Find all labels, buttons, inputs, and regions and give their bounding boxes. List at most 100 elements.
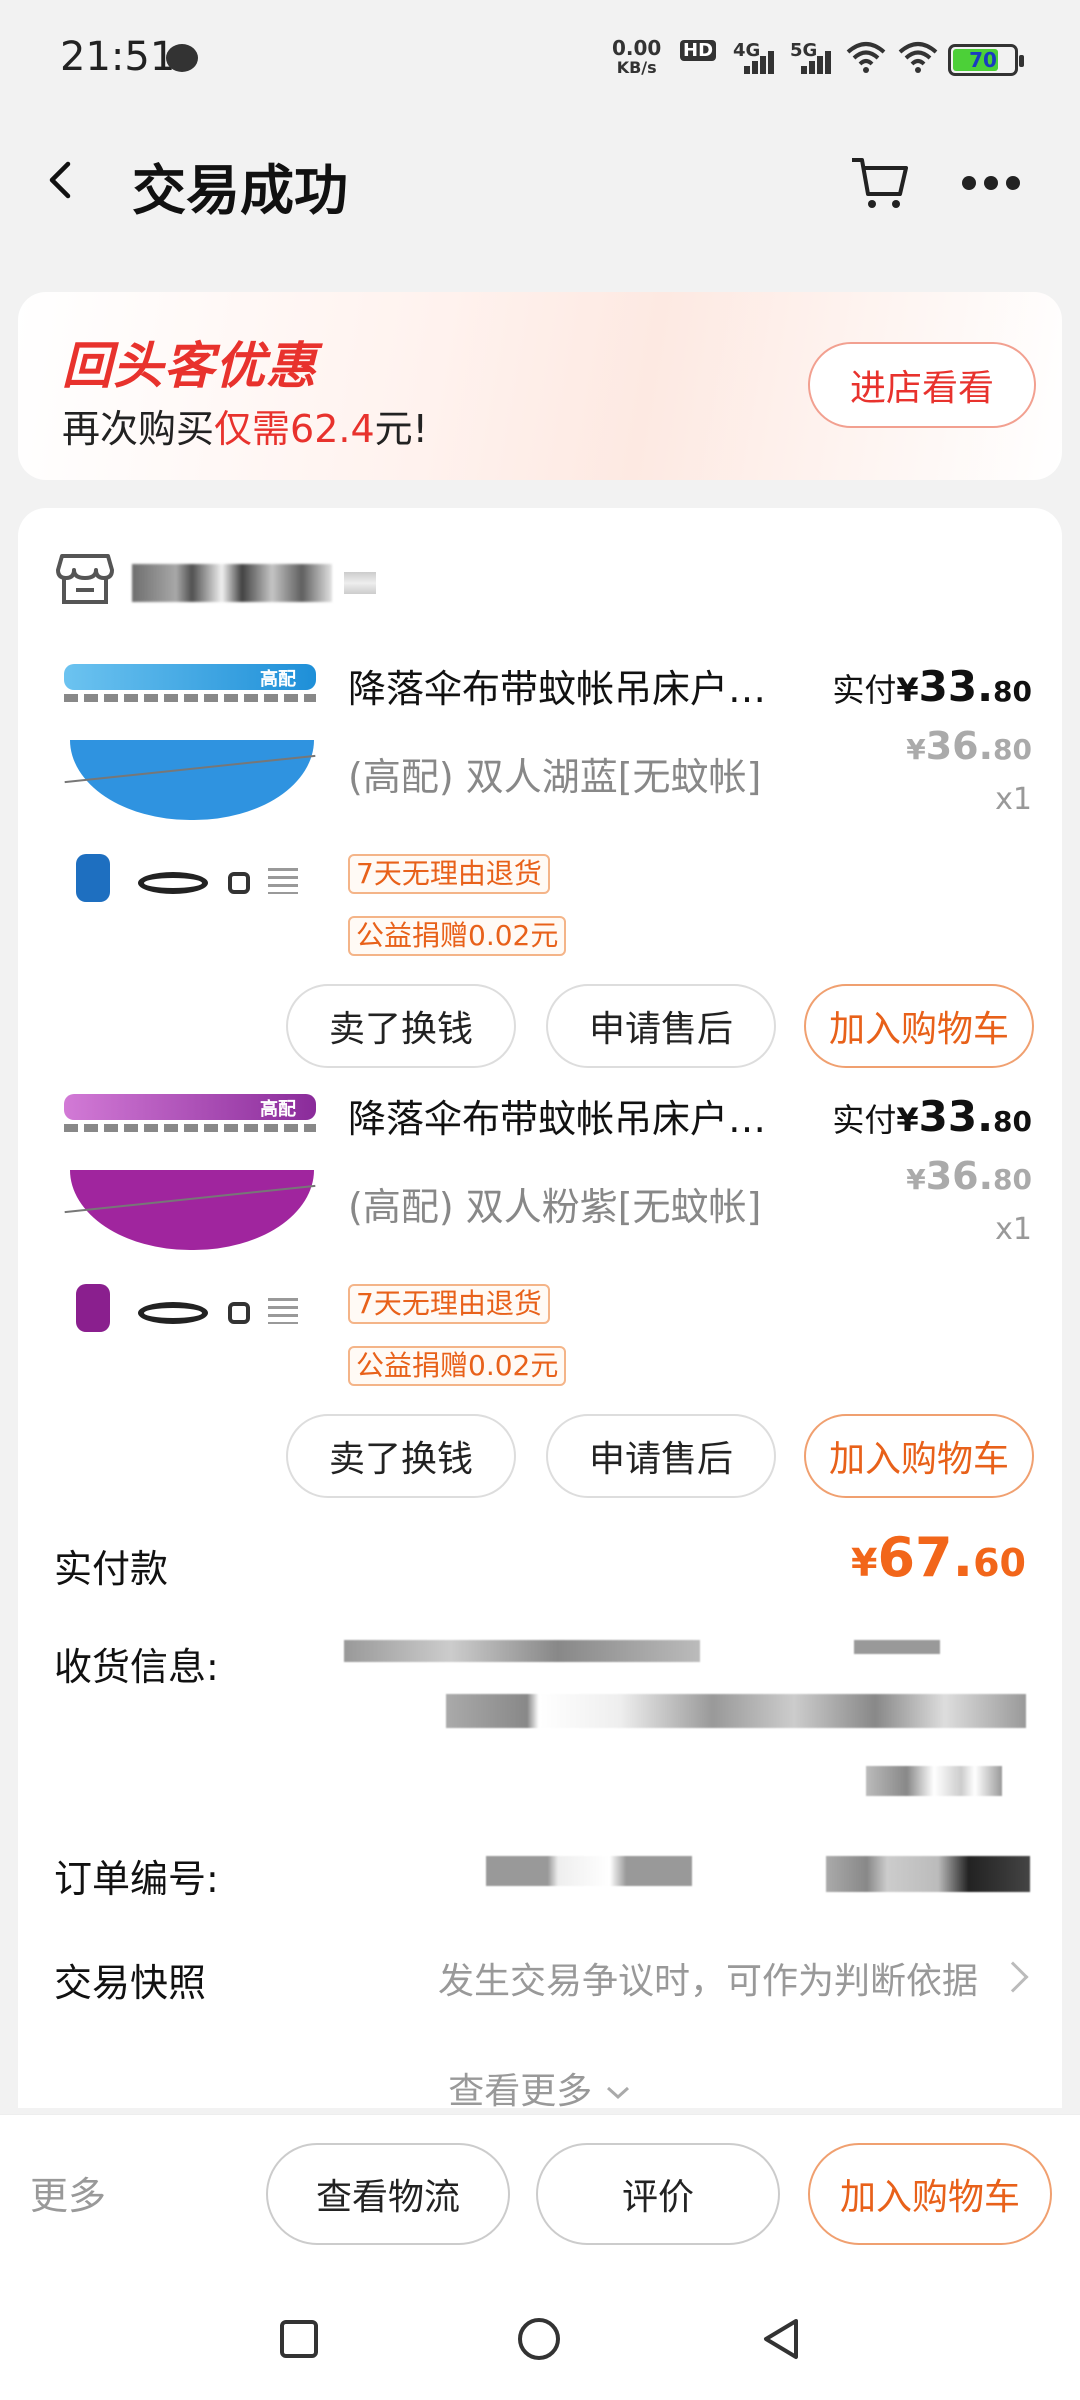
original-price: ¥36.80 bbox=[906, 724, 1032, 768]
orig-dec: 80 bbox=[993, 733, 1032, 766]
hammock-image bbox=[70, 1170, 314, 1250]
add-to-cart-button[interactable]: 加入购物车 bbox=[804, 984, 1034, 1068]
carabiner-image bbox=[228, 1302, 250, 1324]
product-thumbnail[interactable]: 高配 bbox=[56, 658, 324, 926]
promo-text: 再次购买仅需62.4元! bbox=[62, 398, 428, 453]
storage-bag-image bbox=[76, 1284, 110, 1332]
return-policy-tag: 7天无理由退货 bbox=[348, 854, 550, 894]
paid-int: 33. bbox=[918, 1092, 994, 1141]
original-price: ¥36.80 bbox=[906, 1154, 1032, 1198]
signal-5g-icon bbox=[795, 44, 833, 74]
storage-bag-image bbox=[76, 854, 110, 902]
carabiner-image bbox=[228, 872, 250, 894]
thumbnail-caption bbox=[268, 1298, 298, 1324]
paid-label: 实付 bbox=[832, 1101, 897, 1139]
home-icon[interactable] bbox=[516, 2316, 562, 2362]
see-more-label: 查看更多 bbox=[448, 2071, 593, 2112]
product-title[interactable]: 降落伞布带蚊帐吊床户… bbox=[348, 1088, 818, 1140]
more-actions-link[interactable]: 更多 bbox=[30, 2165, 106, 2220]
cart-icon[interactable] bbox=[848, 150, 912, 214]
total-dec: 60 bbox=[973, 1541, 1026, 1585]
thumbnail-caption bbox=[268, 868, 298, 894]
thumbnail-spec bbox=[64, 694, 316, 702]
view-logistics-button[interactable]: 查看物流 bbox=[266, 2143, 510, 2245]
promo-logo: 回头客优惠 bbox=[62, 337, 317, 395]
add-to-cart-bottom-button[interactable]: 加入购物车 bbox=[808, 2143, 1052, 2245]
shipping-name-redacted bbox=[344, 1640, 700, 1662]
promo-price: 仅需62.4 bbox=[214, 407, 375, 451]
back-triangle-icon[interactable] bbox=[758, 2316, 804, 2362]
wifi-icon-2 bbox=[898, 42, 938, 73]
status-bar: 21:51 0.00 KB/s HD 4G 5G 70 bbox=[0, 0, 1080, 120]
orig-dec: 80 bbox=[993, 1163, 1032, 1196]
thumbnail-spec bbox=[64, 1124, 316, 1132]
signal-4g-icon bbox=[738, 44, 776, 74]
snapshot-label[interactable]: 交易快照 bbox=[54, 1952, 206, 2007]
review-button[interactable]: 评价 bbox=[536, 2143, 780, 2245]
shipping-extra-redacted bbox=[866, 1766, 1002, 1796]
paid-dec: 80 bbox=[993, 675, 1032, 708]
back-arrow-icon[interactable] bbox=[40, 160, 80, 200]
total-paid-label: 实付款 bbox=[54, 1547, 169, 1591]
total-currency: ¥ bbox=[850, 1541, 878, 1585]
network-speed-value: 0.00 bbox=[612, 36, 662, 60]
more-options-icon[interactable] bbox=[958, 172, 1024, 192]
strap-image bbox=[138, 1302, 208, 1324]
resell-button[interactable]: 卖了换钱 bbox=[286, 1414, 516, 1498]
after-sales-button[interactable]: 申请售后 bbox=[546, 1414, 776, 1498]
total-paid-value: ¥67.60 bbox=[851, 1526, 1026, 1589]
network-speed: 0.00 KB/s bbox=[612, 38, 661, 78]
snapshot-hint[interactable]: 发生交易争议时，可作为判断依据 bbox=[438, 1952, 978, 2004]
product-sku: (高配) 双人粉紫[无蚊帐] bbox=[348, 1185, 762, 1229]
return-policy-tag: 7天无理由退货 bbox=[348, 1284, 550, 1324]
promo-text-prefix: 再次购买 bbox=[62, 407, 215, 451]
thumbnail-badge: 高配 bbox=[260, 1099, 296, 1120]
recent-apps-icon[interactable] bbox=[278, 2318, 320, 2360]
orig-int: 36. bbox=[925, 1154, 994, 1198]
see-more-link[interactable]: 查看更多 bbox=[18, 2062, 1062, 2114]
shop-name-redacted[interactable] bbox=[132, 564, 332, 602]
visit-store-button[interactable]: 进店看看 bbox=[808, 342, 1036, 428]
thumbnail-banner: 高配 bbox=[64, 1094, 316, 1120]
order-item[interactable]: 高配 降落伞布带蚊帐吊床户… (高配) 双人粉紫[无蚊帐] 7天无理由退货 公益… bbox=[18, 1088, 1062, 1518]
total-int: 67. bbox=[877, 1526, 974, 1589]
paid-label: 实付 bbox=[832, 671, 897, 709]
wifi-icon bbox=[846, 42, 886, 73]
chevron-down-icon bbox=[606, 2086, 629, 2100]
add-to-cart-button[interactable]: 加入购物车 bbox=[804, 1414, 1034, 1498]
battery-icon: 70 bbox=[948, 44, 1024, 76]
shop-icon bbox=[56, 554, 114, 604]
battery-level: 70 bbox=[969, 48, 997, 72]
charity-tag: 公益捐赠0.02元 bbox=[348, 916, 567, 956]
chat-notification-icon bbox=[166, 44, 198, 72]
chevron-right-icon[interactable] bbox=[997, 1961, 1029, 1993]
status-time: 21:51 bbox=[60, 34, 176, 80]
product-sku: (高配) 双人湖蓝[无蚊帐] bbox=[348, 755, 762, 799]
quantity: x1 bbox=[995, 1212, 1032, 1247]
paid-currency: ¥ bbox=[896, 1101, 919, 1139]
strap-image bbox=[138, 872, 208, 894]
product-thumbnail[interactable]: 高配 bbox=[56, 1088, 324, 1356]
network-speed-unit: KB/s bbox=[616, 58, 657, 77]
paid-price: 实付¥33.80 bbox=[832, 662, 1032, 711]
after-sales-button[interactable]: 申请售后 bbox=[546, 984, 776, 1068]
order-item[interactable]: 高配 降落伞布带蚊帐吊床户… (高配) 双人湖蓝[无蚊帐] 7天无理由退货 公益… bbox=[18, 658, 1062, 1088]
orig-currency: ¥ bbox=[906, 1163, 926, 1196]
thumbnail-badge: 高配 bbox=[260, 669, 296, 690]
quantity: x1 bbox=[995, 782, 1032, 817]
orig-int: 36. bbox=[925, 724, 994, 768]
order-number-redacted-1 bbox=[486, 1856, 692, 1886]
bottom-action-bar: 更多 查看物流 评价 加入购物车 bbox=[0, 2114, 1080, 2274]
system-navigation-bar bbox=[0, 2274, 1080, 2400]
shop-arrow-redacted bbox=[344, 572, 376, 594]
hammock-image bbox=[70, 740, 314, 820]
order-number-redacted-2 bbox=[826, 1856, 1030, 1892]
order-card: 高配 降落伞布带蚊帐吊床户… (高配) 双人湖蓝[无蚊帐] 7天无理由退货 公益… bbox=[18, 508, 1062, 2112]
product-title[interactable]: 降落伞布带蚊帐吊床户… bbox=[348, 658, 818, 710]
paid-int: 33. bbox=[918, 662, 994, 711]
hd-icon: HD bbox=[680, 40, 717, 61]
orig-currency: ¥ bbox=[906, 733, 926, 766]
resell-button[interactable]: 卖了换钱 bbox=[286, 984, 516, 1068]
order-number-label: 订单编号: bbox=[54, 1857, 219, 1901]
shipping-info-label: 收货信息: bbox=[54, 1645, 219, 1689]
